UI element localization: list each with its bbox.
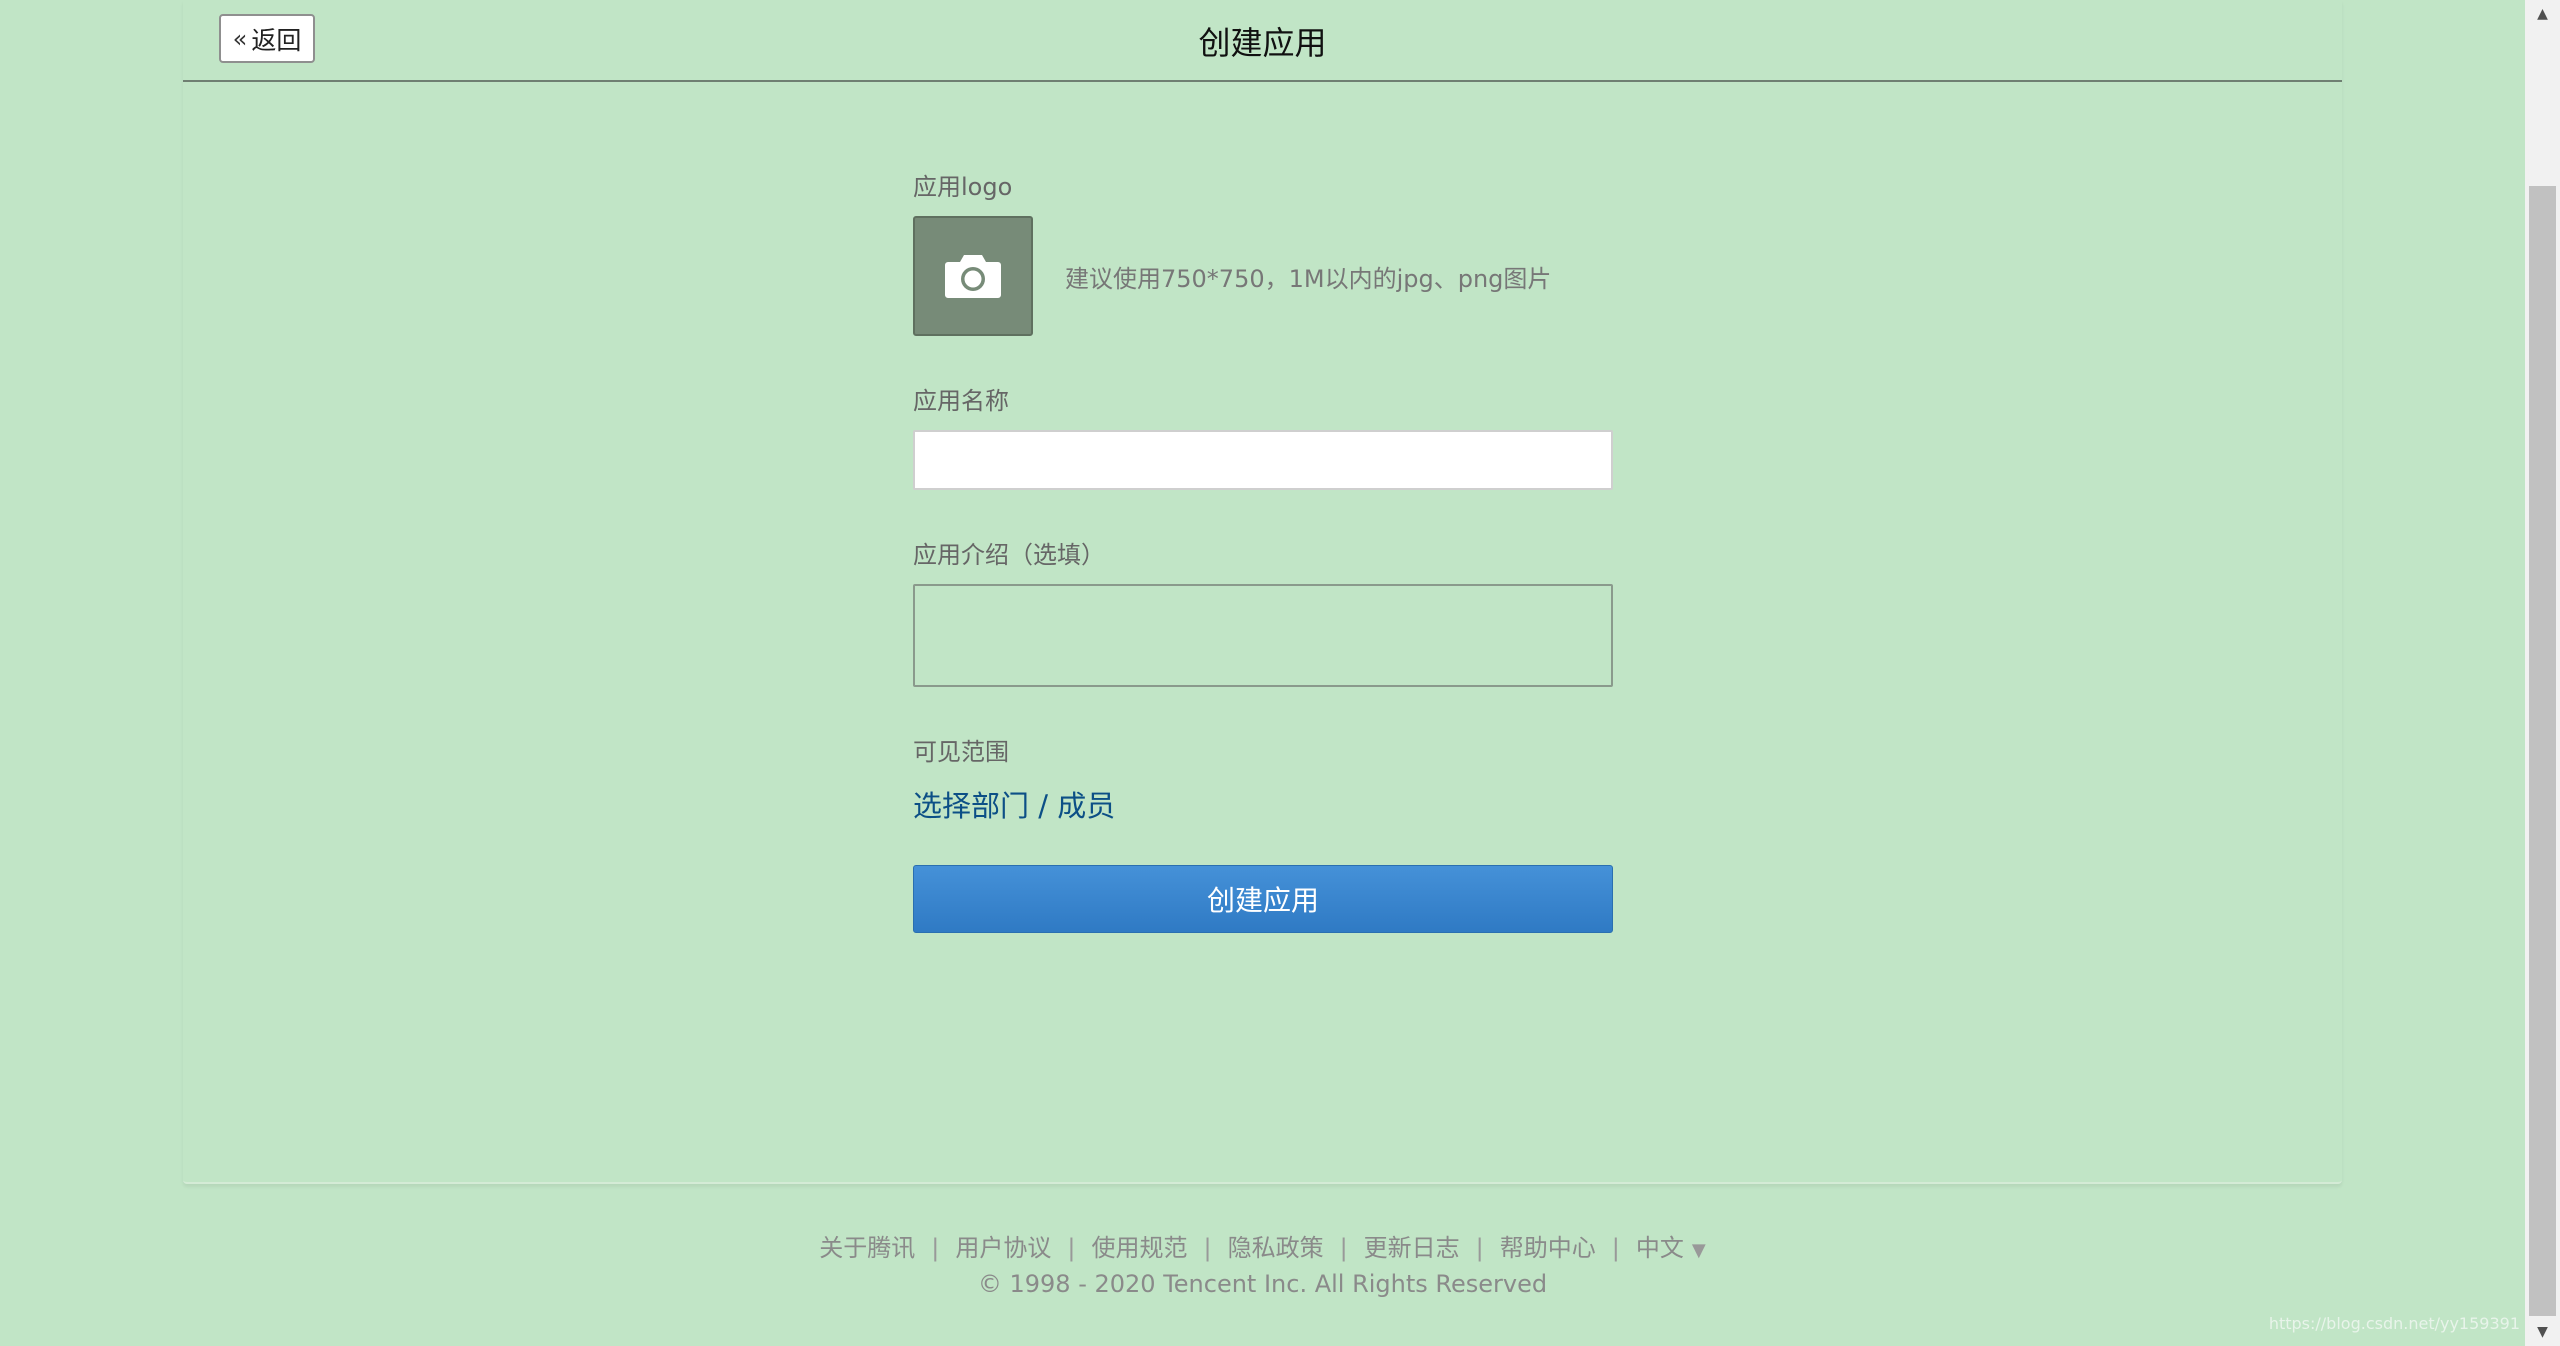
footer-separator: | (1203, 1234, 1212, 1262)
footer-link-privacy[interactable]: 隐私政策 (1228, 1234, 1324, 1262)
footer-link-help-center[interactable]: 帮助中心 (1500, 1234, 1596, 1262)
main-card: « 返回 创建应用 应用logo 建议使用750*750，1M以内的jpg、pn… (183, 0, 2342, 1184)
vertical-scrollbar[interactable]: ▲ ▼ (2525, 0, 2560, 1346)
page-title: 创建应用 (1198, 24, 1327, 62)
camera-icon (945, 255, 1001, 298)
footer-links: 关于腾讯 | 用户协议 | 使用规范 | 隐私政策 | 更新日志 | 帮助中心 | 中文 ▼ (0, 1228, 2525, 1263)
create-app-button[interactable]: 创建应用 (913, 865, 1613, 933)
footer-separator: | (1475, 1234, 1484, 1262)
footer-separator: | (931, 1234, 940, 1262)
logo-label: 应用logo (913, 173, 1013, 201)
app-intro-label: 应用介绍（选填） (913, 541, 1105, 569)
footer-separator: | (1339, 1234, 1348, 1262)
create-app-form: 应用logo 建议使用750*750，1M以内的jpg、png图片 应用名称 应… (913, 170, 1613, 933)
language-selector[interactable]: 中文 ▼ (1636, 1234, 1706, 1262)
logo-hint: 建议使用750*750，1M以内的jpg、png图片 (1065, 264, 1552, 293)
footer-link-user-agreement[interactable]: 用户协议 (955, 1234, 1051, 1262)
watermark: https://blog.csdn.net/yy159391 (2268, 1314, 2520, 1333)
caret-down-icon: ▼ (1691, 1240, 1706, 1261)
page: « 返回 创建应用 应用logo 建议使用750*750，1M以内的jpg、pn… (0, 0, 2560, 1346)
logo-row: 建议使用750*750，1M以内的jpg、png图片 (913, 216, 1613, 336)
footer-separator: | (1067, 1234, 1076, 1262)
page-header: « 返回 创建应用 (183, 0, 2342, 82)
footer-link-about[interactable]: 关于腾讯 (819, 1234, 915, 1262)
app-name-label: 应用名称 (913, 387, 1009, 415)
app-name-input[interactable] (913, 430, 1613, 490)
visibility-scope-label: 可见范围 (913, 738, 1009, 766)
footer-link-changelog[interactable]: 更新日志 (1364, 1234, 1460, 1262)
logo-upload-button[interactable] (913, 216, 1033, 336)
scroll-thumb[interactable] (2529, 186, 2556, 1316)
footer-separator: | (1611, 1234, 1620, 1262)
scroll-down-arrow-icon[interactable]: ▼ (2525, 1318, 2560, 1346)
language-label: 中文 (1635, 1234, 1684, 1262)
app-intro-textarea[interactable] (913, 584, 1613, 687)
footer-link-usage-rules[interactable]: 使用规范 (1091, 1234, 1187, 1262)
copyright: © 1998 - 2020 Tencent Inc. All Rights Re… (977, 1270, 1548, 1298)
select-members-link[interactable]: 选择部门 / 成员 (913, 783, 1115, 825)
scroll-up-arrow-icon[interactable]: ▲ (2525, 0, 2560, 28)
